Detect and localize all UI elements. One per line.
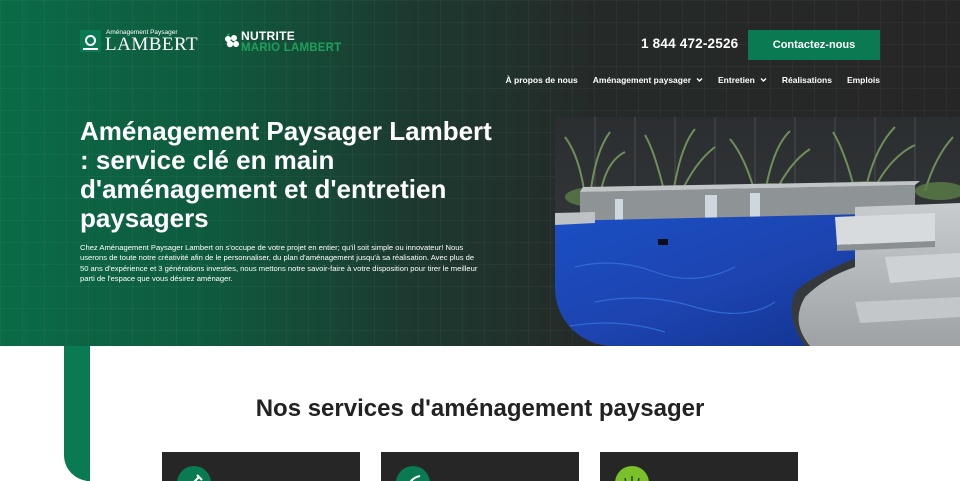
service-card[interactable]	[162, 452, 360, 481]
nutrite-bottom-text: MARIO LAMBERT	[241, 42, 342, 54]
lambert-logo[interactable]: Aménagement Paysager LAMBERT	[80, 29, 204, 55]
nav-label: À propos de nous	[505, 75, 578, 85]
services-title: Nos services d'aménagement paysager	[255, 395, 705, 422]
nav-item-landscaping[interactable]: Aménagement paysager	[593, 75, 703, 85]
nav-item-jobs[interactable]: Emplois	[847, 75, 880, 85]
leaf-cluster-icon	[225, 33, 239, 48]
leaf-icon	[396, 466, 430, 481]
service-card[interactable]	[381, 452, 579, 481]
chevron-down-icon	[760, 78, 767, 82]
nav-label: Entretien	[718, 75, 755, 85]
grass-icon	[615, 466, 649, 481]
nav-label: Aménagement paysager	[592, 75, 692, 85]
hero-description: Chez Aménagement Paysager Lambert on s'o…	[80, 243, 478, 284]
nav-label: Emplois	[846, 75, 880, 85]
chevron-down-icon	[696, 78, 703, 82]
nav-item-about[interactable]: À propos de nous	[506, 75, 578, 85]
hero-title: Aménagement Paysager Lambert : service c…	[80, 116, 492, 233]
nav-item-projects[interactable]: Réalisations	[782, 75, 832, 85]
lambert-logo-mark-icon	[80, 30, 101, 52]
main-nav: À propos de nous Aménagement paysager En…	[506, 75, 881, 85]
nutrite-logo[interactable]: NUTRITE MARIO LAMBERT	[224, 30, 342, 56]
nav-item-maintenance[interactable]: Entretien	[718, 75, 767, 85]
tool-icon	[177, 466, 211, 481]
nav-label: Réalisations	[781, 75, 832, 85]
contact-button[interactable]: Contactez-nous	[748, 30, 880, 60]
logo-name: LAMBERT	[105, 34, 199, 55]
hero-pool-image	[555, 117, 960, 346]
service-card[interactable]	[600, 452, 798, 481]
phone-link[interactable]: 1 844 472-2526	[641, 36, 738, 51]
